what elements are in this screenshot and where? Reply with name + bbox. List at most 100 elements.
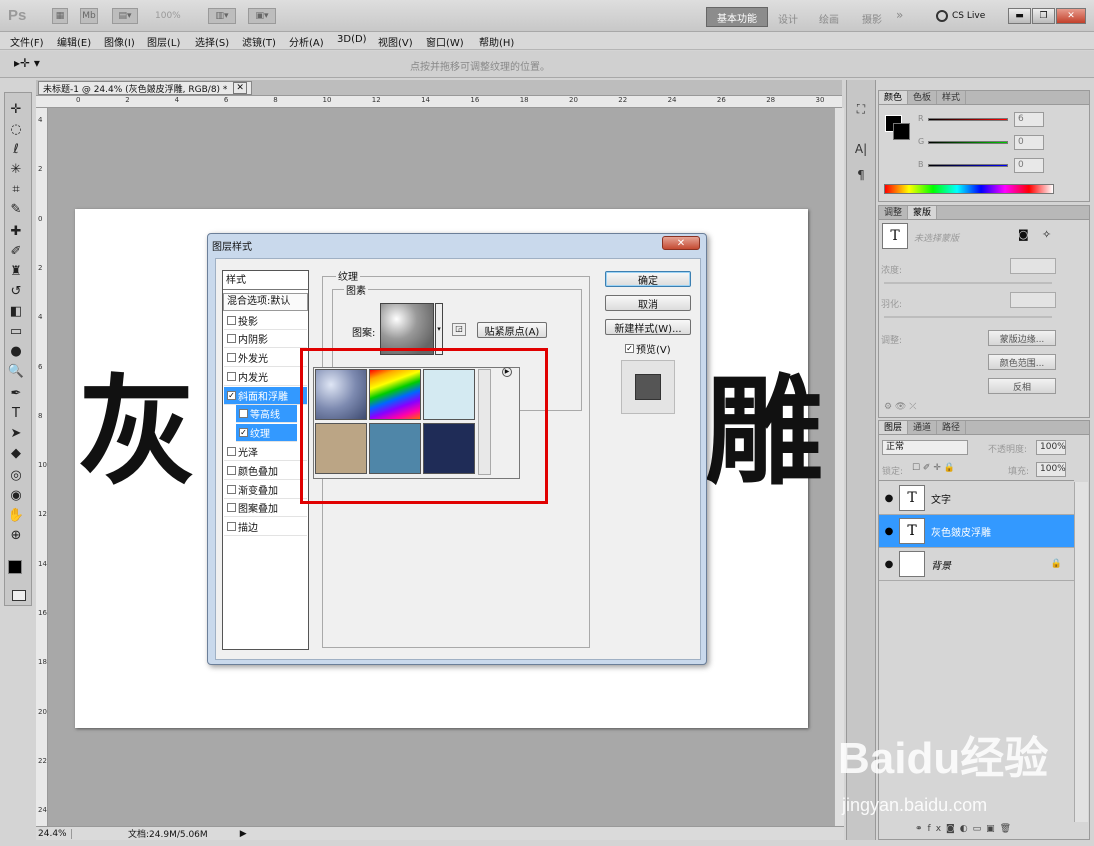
hand-tool-icon[interactable]: ✋	[6, 506, 26, 524]
green-value[interactable]: 0	[1014, 135, 1044, 150]
paragraph-panel-icon[interactable]: ¶	[852, 168, 870, 182]
ok-button[interactable]: 确定	[605, 271, 691, 287]
cs-live-button[interactable]: CS Live	[952, 11, 985, 21]
dialog-close-button[interactable]: ✕	[662, 236, 700, 250]
cancel-button[interactable]: 取消	[605, 295, 691, 311]
checkbox[interactable]	[227, 353, 236, 362]
green-slider[interactable]	[928, 141, 1008, 144]
opacity-value[interactable]: 100%	[1036, 440, 1066, 455]
style-color-overlay[interactable]: 颜色叠加	[224, 462, 307, 480]
workspace-more-icon[interactable]: »	[896, 8, 903, 22]
history-panel-icon[interactable]: ⛶	[852, 102, 870, 117]
3d-orbit-tool-icon[interactable]: ◉	[6, 486, 26, 504]
3d-rotate-tool-icon[interactable]: ◎	[6, 466, 26, 484]
gradient-tool-icon[interactable]: ▭	[6, 322, 26, 340]
invert-button[interactable]: 反相	[988, 378, 1056, 394]
pen-tool-icon[interactable]: ✒	[6, 384, 26, 402]
vertical-scrollbar[interactable]	[834, 108, 844, 826]
minimize-button[interactable]: ▬	[1008, 8, 1031, 24]
menu-select[interactable]: 选择(S)	[195, 34, 229, 49]
style-stroke[interactable]: 描边	[224, 518, 307, 536]
history-brush-tool-icon[interactable]: ↺	[6, 282, 26, 300]
screen-mode-icon[interactable]: ▣▾	[248, 8, 276, 24]
brush-tool-icon[interactable]: ✐	[6, 242, 26, 260]
tab-channels[interactable]: 通道	[908, 421, 938, 434]
workspace-essentials-button[interactable]: 基本功能	[706, 7, 768, 27]
checkbox-checked[interactable]: ✓	[625, 344, 634, 353]
menu-layer[interactable]: 图层(L)	[147, 34, 180, 49]
quick-mask-icon[interactable]	[12, 590, 26, 601]
checkbox-checked[interactable]: ✓	[239, 428, 248, 437]
layer-row[interactable]: ● 背景 🔒	[879, 548, 1074, 581]
tab-adjustments[interactable]: 调整	[879, 206, 909, 219]
style-satin[interactable]: 光泽	[224, 443, 307, 461]
tab-styles[interactable]: 样式	[937, 91, 967, 104]
fill-value[interactable]: 100%	[1036, 462, 1066, 477]
menu-filter[interactable]: 滤镜(T)	[242, 34, 276, 49]
workspace-photography[interactable]: 摄影	[862, 11, 882, 26]
menu-file[interactable]: 文件(F)	[10, 34, 44, 49]
move-tool-icon[interactable]: ✛	[6, 100, 26, 118]
menu-analysis[interactable]: 分析(A)	[289, 34, 324, 49]
red-slider[interactable]	[928, 118, 1008, 121]
blend-mode-select[interactable]: 正常	[882, 440, 968, 455]
density-input[interactable]	[1010, 258, 1056, 274]
cs-live-icon[interactable]	[936, 10, 948, 22]
menu-edit[interactable]: 编辑(E)	[57, 34, 91, 49]
zoom-level[interactable]: 24.4%	[36, 828, 72, 839]
style-pattern-overlay[interactable]: 图案叠加	[224, 499, 307, 517]
mask-edge-button[interactable]: 蒙版边缘...	[988, 330, 1056, 346]
tab-swatches[interactable]: 色板	[908, 91, 938, 104]
style-drop-shadow[interactable]: 投影	[224, 312, 307, 330]
feather-slider[interactable]	[884, 316, 1052, 318]
style-contour[interactable]: 等高线	[236, 405, 297, 423]
layers-scrollbar[interactable]	[1074, 482, 1088, 822]
checkbox[interactable]	[227, 503, 236, 512]
visibility-icon[interactable]: ●	[879, 493, 899, 504]
tab-layers[interactable]: 图层	[879, 421, 909, 434]
blend-options-item[interactable]: 混合选项:默认	[223, 293, 308, 311]
new-preset-icon[interactable]: ◲	[452, 323, 466, 336]
crop-tool-icon[interactable]: ⌗	[6, 180, 26, 198]
style-inner-glow[interactable]: 内发光	[224, 368, 307, 386]
vector-mask-icon[interactable]: ✧	[1042, 228, 1051, 241]
view-extras-icon[interactable]: ▤▾	[112, 8, 138, 24]
menu-image[interactable]: 图像(I)	[104, 34, 135, 49]
marquee-tool-icon[interactable]: ◌	[6, 120, 26, 138]
character-panel-icon[interactable]: A|	[852, 142, 870, 156]
color-range-button[interactable]: 颜色范围...	[988, 354, 1056, 370]
styles-header[interactable]: 样式	[223, 271, 308, 290]
color-spectrum-bar[interactable]	[884, 184, 1054, 194]
arrange-documents-icon[interactable]: ▥▾	[208, 8, 236, 24]
lock-icons[interactable]: ☐ ✐ ✛ 🔒	[912, 463, 955, 473]
visibility-icon[interactable]: ●	[879, 526, 899, 537]
checkbox[interactable]	[227, 334, 236, 343]
blue-slider[interactable]	[928, 164, 1008, 167]
style-gradient-overlay[interactable]: 渐变叠加	[224, 481, 307, 499]
snap-origin-button[interactable]: 贴紧原点(A)	[477, 322, 547, 338]
workspace-painting[interactable]: 绘画	[819, 11, 839, 26]
layer-row-selected[interactable]: ● T 灰色皴皮浮雕	[879, 515, 1074, 548]
close-document-icon[interactable]: ✕	[233, 82, 247, 94]
tab-masks[interactable]: 蒙版	[908, 206, 938, 219]
checkbox[interactable]	[227, 522, 236, 531]
pixel-mask-icon[interactable]: ◙	[1018, 228, 1029, 241]
blue-value[interactable]: 0	[1014, 158, 1044, 173]
zoom-tool-icon[interactable]: ⊕	[6, 526, 26, 544]
new-style-button[interactable]: 新建样式(W)...	[605, 319, 691, 335]
dodge-tool-icon[interactable]: 🔍	[6, 362, 26, 380]
tab-color[interactable]: 颜色	[879, 91, 909, 104]
checkbox[interactable]	[227, 316, 236, 325]
restore-button[interactable]: ❐	[1032, 8, 1055, 24]
checkbox[interactable]	[227, 466, 236, 475]
menu-help[interactable]: 帮助(H)	[479, 34, 514, 49]
menu-view[interactable]: 视图(V)	[378, 34, 413, 49]
style-outer-glow[interactable]: 外发光	[224, 349, 307, 367]
foreground-color-swatch[interactable]	[8, 560, 22, 574]
blur-tool-icon[interactable]: ●	[6, 342, 26, 360]
layer-row[interactable]: ● T 文字	[879, 482, 1074, 515]
eraser-tool-icon[interactable]: ◧	[6, 302, 26, 320]
path-select-tool-icon[interactable]: ➤	[6, 424, 26, 442]
checkbox-checked[interactable]: ✓	[227, 391, 236, 400]
type-tool-icon[interactable]: T	[6, 404, 26, 422]
